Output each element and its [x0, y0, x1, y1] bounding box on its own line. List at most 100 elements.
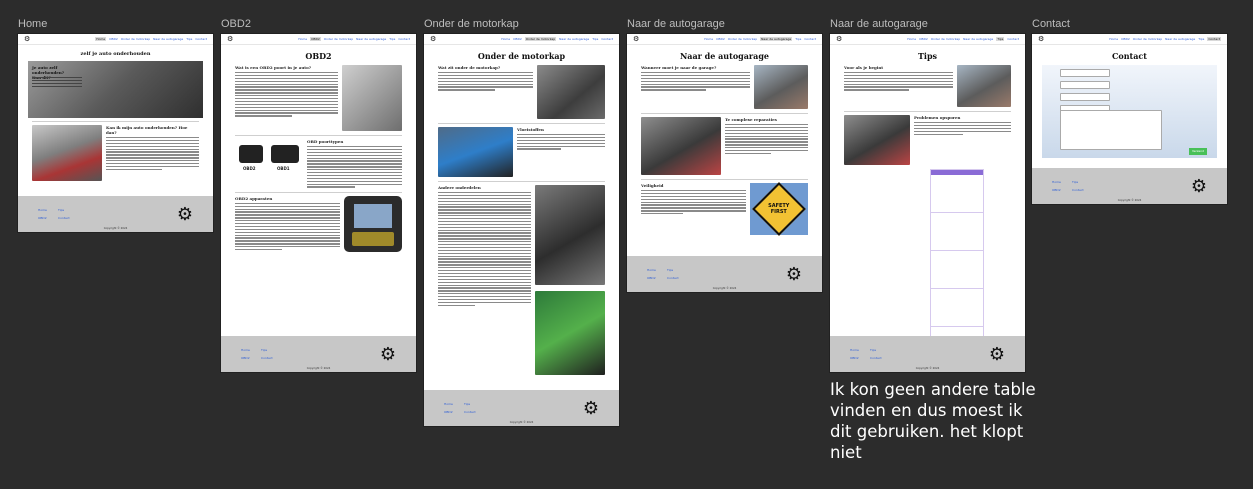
- footer-link-home[interactable]: Home: [241, 348, 255, 352]
- footer-link-tips[interactable]: Tips: [261, 348, 275, 352]
- footer-link-contact[interactable]: Contact: [464, 410, 478, 414]
- nav-garage[interactable]: Naar de autogarage: [153, 37, 183, 41]
- nav-home[interactable]: Home: [704, 37, 713, 41]
- section-heading: Te complexe reparaties: [725, 117, 777, 122]
- car-parts-logo-icon[interactable]: ⚙: [227, 35, 233, 43]
- frame-label-motorkap: Onder de motorkap: [424, 18, 519, 30]
- frame-label-obd2: OBD2: [221, 18, 251, 30]
- nav-obd2[interactable]: OBD2: [919, 37, 928, 41]
- page-title: Naar de autogarage: [679, 51, 770, 61]
- send-button[interactable]: Verzend: [1189, 148, 1207, 155]
- site-nav: ⚙ Home OBD2 Onder de motorkap Naar de au…: [1032, 34, 1227, 45]
- copyright: Copyright © 2024: [306, 367, 331, 370]
- nav-garage[interactable]: Naar de autogarage: [356, 37, 386, 41]
- site-nav: ⚙ Home OBD2 Onder de motorkap Naar de au…: [18, 34, 213, 45]
- name-field[interactable]: [1060, 81, 1110, 89]
- message-field[interactable]: [1060, 110, 1162, 150]
- footer-link-home[interactable]: Home: [1052, 180, 1066, 184]
- nav-contact[interactable]: Contact: [1007, 37, 1019, 41]
- nav-contact[interactable]: Contact: [1207, 37, 1221, 41]
- nav-contact[interactable]: Contact: [195, 37, 207, 41]
- car-parts-logo-icon[interactable]: ⚙: [836, 35, 842, 43]
- footer-link-obd2[interactable]: OBD2: [444, 410, 458, 414]
- nav-home[interactable]: Home: [907, 37, 916, 41]
- car-parts-logo-icon: ⚙: [785, 263, 802, 285]
- frame-obd2[interactable]: ⚙ Home OBD2 Onder de motorkap Naar de au…: [221, 34, 416, 372]
- car-parts-logo-icon: ⚙: [1190, 175, 1207, 197]
- footer-link-tips[interactable]: Tips: [870, 348, 884, 352]
- page-title: Onder de motorkap: [477, 51, 566, 61]
- frame-garage[interactable]: ⚙ Home OBD2 Onder de motorkap Naar de au…: [627, 34, 822, 292]
- nav-motorkap[interactable]: Onder de motorkap: [324, 37, 353, 41]
- nav-tips[interactable]: Tips: [592, 37, 598, 41]
- nav-tips[interactable]: Tips: [1198, 37, 1204, 41]
- nav-garage[interactable]: Naar de autogarage: [559, 37, 589, 41]
- footer-link-contact[interactable]: Contact: [1072, 188, 1086, 192]
- nav-obd2[interactable]: OBD2: [310, 37, 321, 41]
- nav-home[interactable]: Home: [95, 37, 107, 41]
- nav-contact[interactable]: Contact: [601, 37, 613, 41]
- nav-motorkap[interactable]: Onder de motorkap: [728, 37, 757, 41]
- frame-tips[interactable]: ⚙ Home OBD2 Onder de motorkap Naar de au…: [830, 34, 1025, 372]
- page-title: Contact: [1112, 51, 1147, 61]
- nav-home[interactable]: Home: [501, 37, 510, 41]
- section-heading: Voor als je begint: [844, 65, 884, 70]
- site-footer: Home Tips OBD2 Contact ⚙ Copyright © 202…: [18, 196, 213, 232]
- car-parts-logo-icon[interactable]: ⚙: [1038, 35, 1044, 43]
- select-field[interactable]: [1060, 69, 1110, 77]
- footer-link-contact[interactable]: Contact: [667, 276, 681, 280]
- site-nav: ⚙ Home OBD2 Onder de motorkap Naar de au…: [221, 34, 416, 45]
- footer-link-tips[interactable]: Tips: [58, 208, 72, 212]
- nav-motorkap[interactable]: Onder de motorkap: [121, 37, 150, 41]
- nav-tips[interactable]: Tips: [795, 37, 801, 41]
- frame-contact[interactable]: ⚙ Home OBD2 Onder de motorkap Naar de au…: [1032, 34, 1227, 204]
- nav-tips[interactable]: Tips: [996, 37, 1005, 41]
- copyright: Copyright © 2024: [915, 367, 940, 370]
- connector-label-obd2: OBD2: [243, 166, 256, 171]
- footer-link-obd2[interactable]: OBD2: [1052, 188, 1066, 192]
- nav-contact[interactable]: Contact: [804, 37, 816, 41]
- footer-link-obd2[interactable]: OBD2: [241, 356, 255, 360]
- nav-home[interactable]: Home: [1109, 37, 1118, 41]
- footer-link-contact[interactable]: Contact: [261, 356, 275, 360]
- nav-motorkap[interactable]: Onder de motorkap: [931, 37, 960, 41]
- footer-link-home[interactable]: Home: [38, 208, 52, 212]
- footer-link-obd2[interactable]: OBD2: [647, 276, 661, 280]
- footer-link-contact[interactable]: Contact: [870, 356, 884, 360]
- nav-garage[interactable]: Naar de autogarage: [963, 37, 993, 41]
- frame-motorkap[interactable]: ⚙ Home OBD2 Onder de motorkap Naar de au…: [424, 34, 619, 426]
- footer-link-contact[interactable]: Contact: [58, 216, 72, 220]
- car-parts-logo-icon[interactable]: ⚙: [430, 35, 436, 43]
- mechanic-image: [32, 125, 102, 181]
- section-heading: OBD poorttypen: [307, 139, 344, 144]
- nav-obd2[interactable]: OBD2: [1121, 37, 1130, 41]
- nav-home[interactable]: Home: [298, 37, 307, 41]
- nav-tips[interactable]: Tips: [186, 37, 192, 41]
- safety-sign-text-2: FIRST: [770, 209, 788, 215]
- footer-link-obd2[interactable]: OBD2: [850, 356, 864, 360]
- frame-home[interactable]: ⚙ Home OBD2 Onder de motorkap Naar de au…: [18, 34, 213, 232]
- car-parts-logo-icon[interactable]: ⚙: [24, 35, 30, 43]
- footer-link-home[interactable]: Home: [444, 402, 458, 406]
- nav-motorkap[interactable]: Onder de motorkap: [524, 37, 557, 41]
- nav-garage[interactable]: Naar de autogarage: [1165, 37, 1195, 41]
- footer-link-tips[interactable]: Tips: [667, 268, 681, 272]
- site-footer: Home Tips OBD2 Contact ⚙ Copyright © 202…: [1032, 168, 1227, 204]
- nav-obd2[interactable]: OBD2: [716, 37, 725, 41]
- footer-link-obd2[interactable]: OBD2: [38, 216, 52, 220]
- footer-link-tips[interactable]: Tips: [464, 402, 478, 406]
- nav-garage[interactable]: Naar de autogarage: [760, 37, 793, 41]
- designer-comment: Ik kon geen andere table vinden en dus m…: [830, 380, 1036, 462]
- footer-link-tips[interactable]: Tips: [1072, 180, 1086, 184]
- nav-contact[interactable]: Contact: [398, 37, 410, 41]
- nav-motorkap[interactable]: Onder de motorkap: [1133, 37, 1162, 41]
- copyright: Copyright © 2024: [712, 287, 737, 290]
- email-field[interactable]: [1060, 93, 1110, 101]
- nav-obd2[interactable]: OBD2: [513, 37, 522, 41]
- nav-obd2[interactable]: OBD2: [109, 37, 118, 41]
- footer-link-home[interactable]: Home: [850, 348, 864, 352]
- car-parts-logo-icon[interactable]: ⚙: [633, 35, 639, 43]
- section-heading: Veiligheid: [641, 183, 664, 188]
- footer-link-home[interactable]: Home: [647, 268, 661, 272]
- nav-tips[interactable]: Tips: [389, 37, 395, 41]
